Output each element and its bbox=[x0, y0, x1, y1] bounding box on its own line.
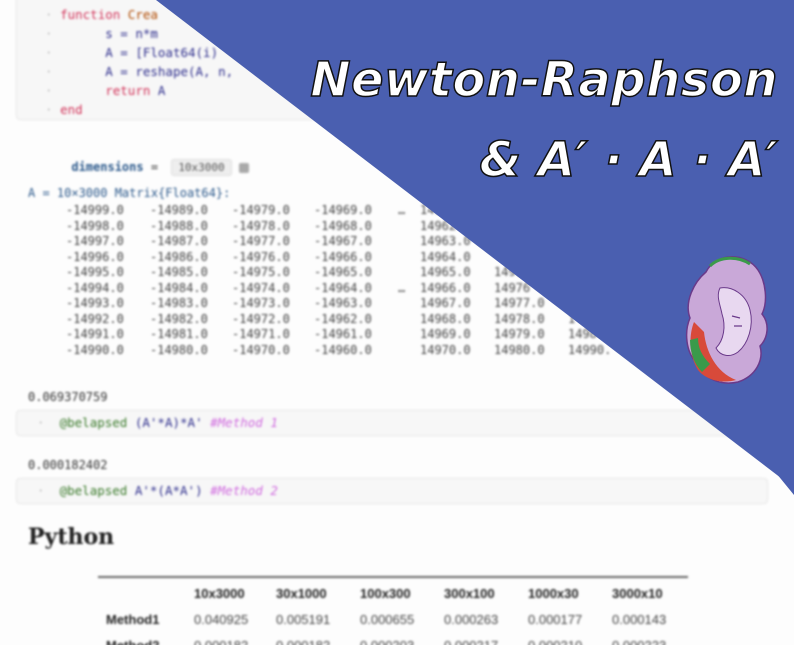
matrix-cell: -14998.0 bbox=[66, 218, 124, 233]
table-column-header: 100x300 bbox=[360, 586, 411, 601]
matrix-cell: -14999.0 bbox=[66, 203, 124, 217]
matrix-cell: -14966.0 bbox=[314, 249, 372, 264]
matrix-cell: -14976.0 bbox=[232, 249, 290, 264]
matrix-cell: -14981.0 bbox=[150, 327, 208, 341]
matrix-cell: -14996.0 bbox=[66, 249, 124, 264]
table-cell: 0.000143 bbox=[612, 612, 667, 627]
matrix-cell: -14968.0 bbox=[314, 218, 372, 233]
table-column-header: 1000x30 bbox=[528, 586, 579, 601]
table-cell: 0.000210 bbox=[528, 638, 582, 645]
matrix-cell: -14980.0 bbox=[150, 342, 208, 357]
matrix-cell: 14978.0 bbox=[494, 311, 545, 326]
matrix-cell: -14970.0 bbox=[232, 342, 290, 357]
table-cell: 0.000182 bbox=[194, 638, 248, 645]
matrix-cell: 14976 bbox=[494, 280, 531, 295]
table-column-header: 30x1000 bbox=[276, 586, 327, 601]
matrix-cell: -14979.0 bbox=[232, 203, 290, 217]
matrix-cell: -14978.0 bbox=[232, 218, 290, 233]
matrix-cell: -14961.0 bbox=[314, 327, 372, 341]
table-column-header: 300x100 bbox=[444, 586, 495, 601]
matrix-cell: -14973.0 bbox=[232, 296, 290, 310]
matrix-cell: 14980.0 bbox=[494, 342, 545, 357]
method1-time: 0.069370759 bbox=[28, 390, 108, 404]
function-keyword: function bbox=[60, 7, 121, 22]
matrix-cell: -14969.0 bbox=[314, 203, 372, 217]
table-cell: 0.000655 bbox=[360, 612, 415, 627]
matrix-cell: 14977.0 bbox=[494, 296, 545, 310]
matrix-cell: -14960.0 bbox=[314, 342, 372, 357]
method1-cell[interactable]: · @belapsed (A'*A)*A' #Method 1 bbox=[16, 410, 768, 436]
matrix-cell: -14977.0 bbox=[232, 234, 290, 248]
banner-title-line1: Newton-Raphson bbox=[310, 51, 779, 109]
matrix-cell: -14967.0 bbox=[314, 234, 372, 248]
matrix-cell: -14963.0 bbox=[314, 296, 372, 310]
method2-cell[interactable]: · @belapsed A'*(A*A') #Method 2 bbox=[16, 478, 768, 504]
matrix-cell: -14972.0 bbox=[232, 311, 290, 326]
method2-time: 0.000182402 bbox=[28, 458, 108, 472]
matrix-cell: -14990.0 bbox=[66, 342, 124, 357]
dimensions-output: dimensions = 10x3000 bbox=[28, 145, 249, 190]
athena-logo-icon bbox=[685, 256, 768, 384]
matrix-ellipsis: … bbox=[398, 280, 406, 295]
matrix-cell: -14988.0 bbox=[150, 218, 208, 233]
matrix-cell: -14991.0 bbox=[66, 327, 124, 341]
matrix-header: A = 10×3000 Matrix{Float64}: bbox=[28, 186, 231, 200]
dimensions-value[interactable]: 10x3000 bbox=[171, 159, 232, 176]
matrix-cell: -14983.0 bbox=[150, 296, 208, 310]
matrix-cell: -14984.0 bbox=[150, 280, 208, 295]
table-column-header: 3000x10 bbox=[612, 586, 663, 601]
matrix-cell: 14967.0 bbox=[420, 296, 471, 310]
matrix-cell: -14987.0 bbox=[150, 234, 208, 248]
matrix-cell: -14964.0 bbox=[314, 280, 372, 295]
matrix-cell: -14962.0 bbox=[314, 311, 372, 326]
matrix-cell: -14993.0 bbox=[66, 296, 124, 310]
matrix-cell: 14962.0 bbox=[420, 218, 471, 233]
matrix-cell: -14975.0 bbox=[232, 265, 290, 279]
table-column-header: 10x3000 bbox=[194, 586, 245, 601]
matrix-cell: -14997.0 bbox=[66, 234, 124, 248]
matrix-cell: -14995.0 bbox=[66, 265, 124, 279]
matrix-cell: -14986.0 bbox=[150, 249, 208, 264]
matrix-cell: 14990. bbox=[568, 342, 612, 357]
table-cell: 0.000263 bbox=[444, 612, 499, 627]
matrix-cell: 14969.0 bbox=[420, 327, 471, 341]
matrix-cell: 14965.0 bbox=[420, 265, 471, 279]
matrix-cell: -14989.0 bbox=[150, 203, 208, 217]
matrix-cell: -14994.0 bbox=[66, 280, 124, 295]
matrix-ellipsis: … bbox=[398, 203, 406, 217]
matrix-cell: -14992.0 bbox=[66, 311, 124, 326]
matrix-cell: -14985.0 bbox=[150, 265, 208, 279]
matrix-cell: -14982.0 bbox=[150, 311, 208, 326]
table-cell: 0.000223 bbox=[612, 638, 666, 645]
matrix-cell: 1497 bbox=[494, 265, 523, 279]
table-row-label: Method2 bbox=[106, 638, 159, 645]
table-cell: 0.000177 bbox=[528, 612, 583, 627]
matrix-cell: 1498 bbox=[568, 327, 597, 341]
table-cell: 0.040925 bbox=[194, 612, 249, 627]
matrix-cell: 14963.0 bbox=[420, 234, 471, 248]
copy-icon[interactable] bbox=[238, 162, 249, 173]
table-row-label: Method1 bbox=[106, 612, 160, 627]
matrix-cell: -14971.0 bbox=[232, 327, 290, 341]
matrix-cell: -14965.0 bbox=[314, 265, 372, 279]
python-heading: Python bbox=[28, 524, 115, 550]
matrix-cell: 14966.0 bbox=[420, 280, 471, 295]
banner-title-line2: & A′ · A · A′ bbox=[479, 131, 779, 189]
matrix-cell: 1 bbox=[568, 311, 576, 326]
table-cell: 0.005191 bbox=[276, 612, 331, 627]
table-cell: 0.000182 bbox=[276, 638, 330, 645]
table-cell: 0.000203 bbox=[360, 638, 414, 645]
matrix-cell: 14970.0 bbox=[420, 342, 471, 357]
notebook-page: · function Crea · s = n*m · A = [Float64… bbox=[0, 0, 794, 645]
matrix-cell: -14974.0 bbox=[232, 280, 290, 295]
python-timing-table: 10x3000 30x1000 100x300 300x100 1000x30 3000x… bbox=[98, 576, 688, 645]
table-cell: 0.000217 bbox=[444, 638, 498, 645]
matrix-cell: 14968.0 bbox=[420, 311, 471, 326]
matrix-cell: 14962.0 bbox=[420, 203, 471, 217]
matrix-cell: 14964.0 bbox=[420, 249, 471, 264]
matrix-cell: 14979.0 bbox=[494, 327, 545, 341]
